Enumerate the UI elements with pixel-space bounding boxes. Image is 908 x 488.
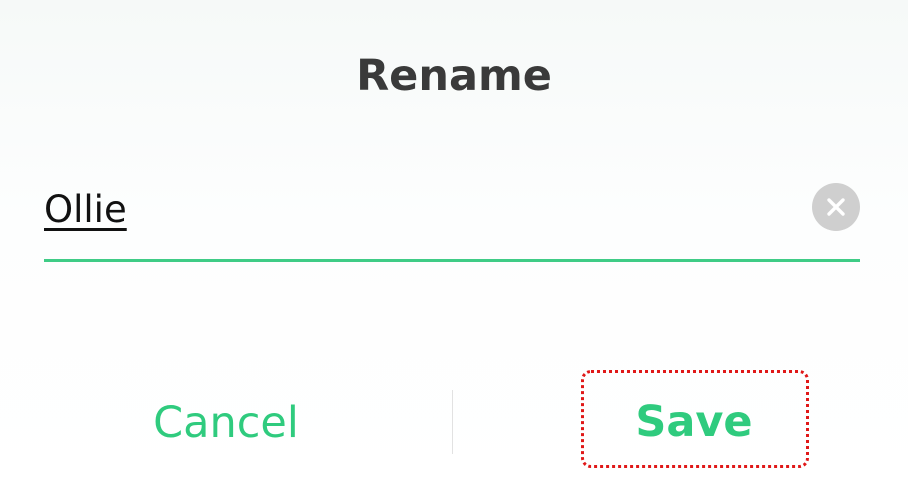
clear-input-button[interactable]: [812, 183, 860, 231]
input-underline: [44, 259, 860, 262]
cancel-button[interactable]: Cancel: [0, 389, 452, 457]
button-divider: [452, 390, 453, 454]
dialog-actions: Cancel Save: [0, 388, 908, 456]
close-icon: [825, 196, 847, 218]
save-button[interactable]: Save: [582, 388, 806, 456]
name-field: [44, 180, 860, 262]
rename-dialog: Rename Cancel Save: [0, 0, 908, 488]
dialog-title: Rename: [356, 51, 552, 101]
name-input[interactable]: [44, 180, 784, 240]
